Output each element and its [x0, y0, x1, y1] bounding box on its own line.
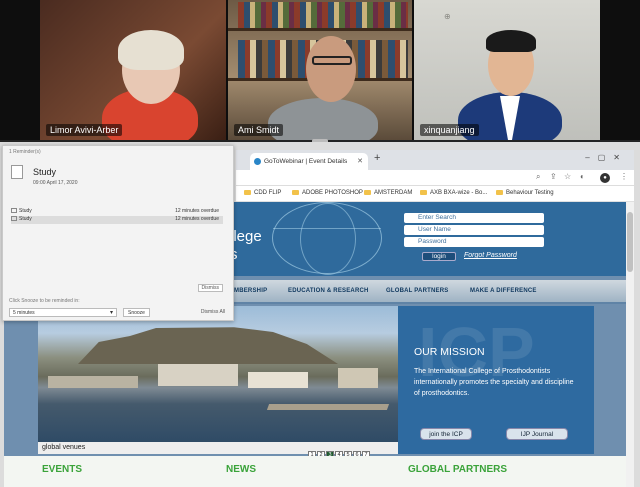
snooze-label: Click Snooze to be reminded in:: [9, 298, 80, 304]
password-field[interactable]: Password: [404, 237, 544, 247]
nav-global-partners[interactable]: GLOBAL PARTNERS: [386, 288, 448, 294]
wall-logo: ⊕: [444, 12, 451, 21]
appointment-icon: [11, 208, 17, 213]
snooze-select[interactable]: 5 minutes: [9, 308, 117, 317]
participant-hair: [486, 30, 536, 52]
glasses: [312, 56, 352, 65]
building: [158, 364, 238, 386]
reminder-window-title: 1 Reminder(s): [9, 149, 41, 155]
video-call-screen: Limor Avivi-Arber Ami Smidt ⊕ xinquanjia…: [0, 0, 640, 487]
participant-tile[interactable]: ⊕ xinquanjiang: [414, 0, 600, 140]
window-controls[interactable]: –▢✕: [585, 153, 628, 162]
new-tab-button[interactable]: +: [374, 152, 380, 164]
tab-title: GoToWebinar | Event Details: [264, 158, 348, 165]
bookshelf: [228, 28, 412, 31]
participant-hair: [118, 30, 184, 70]
folder-icon: [496, 190, 503, 195]
calendar-icon: [11, 165, 23, 179]
folder-icon: [420, 190, 427, 195]
scrollbar-thumb[interactable]: [627, 212, 633, 272]
participant-tile[interactable]: Limor Avivi-Arber: [40, 0, 226, 140]
site-title-line1: llege: [230, 228, 262, 245]
nav-make-a-difference[interactable]: MAKE A DIFFERENCE: [470, 288, 537, 294]
browser-tab[interactable]: GoToWebinar | Event Details ✕: [250, 153, 368, 170]
reminder-row[interactable]: Study 12 minutes overdue: [11, 216, 223, 224]
participant-face: [306, 36, 356, 102]
participant-name: Ami Smidt: [234, 124, 284, 136]
pier: [266, 404, 390, 410]
reminder-date: 09:00 April 17, 2020: [33, 180, 78, 186]
footer-news[interactable]: NEWS: [226, 464, 256, 475]
building: [338, 368, 378, 388]
login-button[interactable]: login: [422, 252, 456, 261]
reminder-row[interactable]: Study 12 minutes overdue: [11, 208, 223, 216]
reminder-subject: Study: [33, 167, 57, 177]
dismiss-button[interactable]: Dismiss: [197, 284, 223, 292]
participant-name: xinquanjiang: [420, 124, 479, 136]
extension-icon[interactable]: ◐: [580, 172, 585, 181]
snooze-button[interactable]: Snooze: [123, 308, 150, 317]
footer-events[interactable]: EVENTS: [42, 464, 82, 475]
browser-tab-strip: GoToWebinar | Event Details ✕ + –▢✕: [236, 150, 634, 170]
appointment-icon: [11, 216, 17, 221]
bookmark-item[interactable]: ADOBE PHOTOSHOP: [292, 190, 363, 196]
mission-panel: ICP OUR MISSION The International Colleg…: [398, 306, 594, 454]
zoom-icon[interactable]: ⌕: [536, 172, 540, 182]
nav-education-research[interactable]: EDUCATION & RESEARCH: [288, 288, 369, 294]
page-scrollbar[interactable]: [626, 202, 634, 487]
mission-text: The International College of Prosthodont…: [414, 368, 574, 397]
profile-avatar[interactable]: ●: [600, 173, 610, 183]
bookmark-item[interactable]: AMSTERDAM: [364, 190, 412, 196]
site-footer: EVENTS NEWS GLOBAL PARTNERS: [4, 456, 626, 487]
join-icp-button[interactable]: join the ICP: [420, 428, 472, 440]
participant-gallery: Limor Avivi-Arber Ami Smidt ⊕ xinquanjia…: [0, 0, 640, 140]
footer-global-partners[interactable]: GLOBAL PARTNERS: [408, 464, 507, 475]
search-input[interactable]: Enter Search: [404, 213, 544, 223]
reminder-window: 1 Reminder(s) Study 09:00 April 17, 2020…: [2, 145, 234, 321]
bookmark-item[interactable]: Behaviour Testing: [496, 190, 554, 196]
menu-icon[interactable]: ⋮: [620, 172, 628, 181]
dismiss-all-button[interactable]: Dismiss All: [201, 309, 225, 315]
folder-icon: [292, 190, 299, 195]
bookmark-item[interactable]: AXB BXA-wize - Bo...: [420, 190, 487, 196]
forgot-password-link[interactable]: Forgot Password: [464, 252, 517, 259]
ijp-journal-button[interactable]: IJP Journal: [506, 428, 568, 440]
close-tab-icon[interactable]: ✕: [357, 157, 363, 165]
table-mountain: [78, 327, 338, 364]
participant-tile[interactable]: Ami Smidt: [228, 0, 412, 140]
nav-membership[interactable]: MBERSHIP: [234, 288, 267, 294]
globe-logo-icon: [272, 202, 382, 275]
building: [248, 372, 308, 388]
participant-name: Limor Avivi-Arber: [46, 124, 123, 136]
gotowebinar-icon: [254, 158, 261, 165]
bookmark-item[interactable]: CDD FLIP: [244, 190, 281, 196]
folder-icon: [364, 190, 371, 195]
mission-heading: OUR MISSION: [414, 346, 485, 358]
books: [238, 2, 408, 28]
username-field[interactable]: User Name: [404, 225, 544, 235]
bookmarks-bar: CDD FLIP ADOBE PHOTOSHOP AMSTERDAM AXB B…: [236, 186, 634, 202]
participant-body: [268, 98, 378, 140]
building: [48, 376, 138, 388]
folder-icon: [244, 190, 251, 195]
slideshow-image[interactable]: [38, 306, 398, 442]
share-icon[interactable]: ⇪: [550, 172, 557, 181]
address-bar[interactable]: ⌕ ⇪ ☆ ◐ ● ⋮: [236, 170, 634, 186]
star-icon[interactable]: ☆: [564, 172, 571, 181]
